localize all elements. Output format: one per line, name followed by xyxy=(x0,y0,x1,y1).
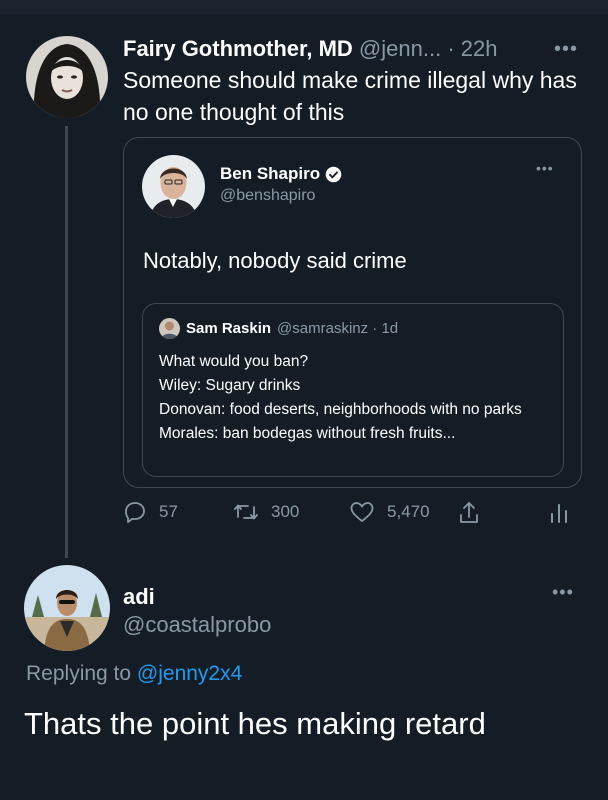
reply-avatar[interactable] xyxy=(24,565,110,651)
nested-author-name[interactable]: Sam Raskin xyxy=(186,320,271,337)
retweet-button[interactable]: 300 xyxy=(233,500,299,524)
nested-line: Wiley: Sugary drinks xyxy=(159,377,301,394)
share-icon xyxy=(460,502,478,523)
replying-to-line: Replying to @jenny2x4 xyxy=(26,662,242,686)
retweet-count: 300 xyxy=(271,502,300,521)
more-options-icon[interactable]: ••• xyxy=(554,38,578,61)
quoted-author-handle[interactable]: @benshapiro xyxy=(220,187,315,205)
quoted-author-name[interactable]: Ben Shapiro xyxy=(220,164,342,184)
quoted-avatar[interactable] xyxy=(142,155,205,218)
nested-line: Donovan: food deserts, neighborhoods wit… xyxy=(159,401,522,418)
tweet-time[interactable]: · 22h xyxy=(447,36,497,61)
nested-line: Morales: ban bodegas without fresh fruit… xyxy=(159,425,456,442)
like-button[interactable]: 5,470 xyxy=(349,500,430,524)
avatar[interactable] xyxy=(26,36,108,118)
status-bar xyxy=(0,0,608,14)
reply-more-options-icon[interactable]: ••• xyxy=(552,582,574,603)
verified-badge-icon xyxy=(325,166,342,182)
analytics-icon xyxy=(551,504,567,523)
like-count: 5,470 xyxy=(387,502,430,521)
nested-line: What would you ban? xyxy=(159,353,309,370)
reply-count: 57 xyxy=(159,502,178,521)
nested-author-meta[interactable]: @samraskinz · 1d xyxy=(277,320,398,337)
like-icon xyxy=(350,502,374,522)
quoted-tweet[interactable]: Ben Shapiro @benshapiro ••• Notably, nob… xyxy=(123,137,582,488)
tweet-header: Fairy Gothmother, MD @jenn... · 22h xyxy=(123,36,497,62)
nested-tweet-header: Sam Raskin @samraskinz · 1d xyxy=(159,318,398,339)
reply-author-handle[interactable]: @coastalprobo xyxy=(123,612,271,638)
nested-quoted-tweet[interactable]: Sam Raskin @samraskinz · 1d What would y… xyxy=(142,303,564,477)
author-name[interactable]: Fairy Gothmother, MD xyxy=(123,36,353,61)
quoted-author-name-text: Ben Shapiro xyxy=(220,164,321,183)
replying-to-prefix: Replying to xyxy=(26,662,132,685)
quoted-tweet-text: Notably, nobody said crime xyxy=(143,248,407,273)
action-bar: 57 300 5,470 xyxy=(123,500,583,536)
nested-avatar[interactable] xyxy=(159,318,180,339)
reply-button[interactable]: 57 xyxy=(123,500,178,524)
replying-to-link[interactable]: @jenny2x4 xyxy=(137,662,242,685)
reply-author-name[interactable]: adi xyxy=(123,584,155,610)
author-handle[interactable]: @jenn... xyxy=(359,36,441,61)
nested-tweet-text: What would you ban? Wiley: Sugary drinks… xyxy=(159,350,549,446)
thread-line xyxy=(65,126,68,558)
reply-text: Thats the point hes making retard xyxy=(24,706,486,741)
analytics-button[interactable] xyxy=(548,500,570,526)
retweet-icon xyxy=(234,504,258,520)
quoted-more-options-icon[interactable]: ••• xyxy=(536,160,554,176)
tweet-text: Someone should make crime illegal why ha… xyxy=(123,67,577,125)
reply-icon xyxy=(125,502,145,523)
share-button[interactable] xyxy=(457,500,481,526)
